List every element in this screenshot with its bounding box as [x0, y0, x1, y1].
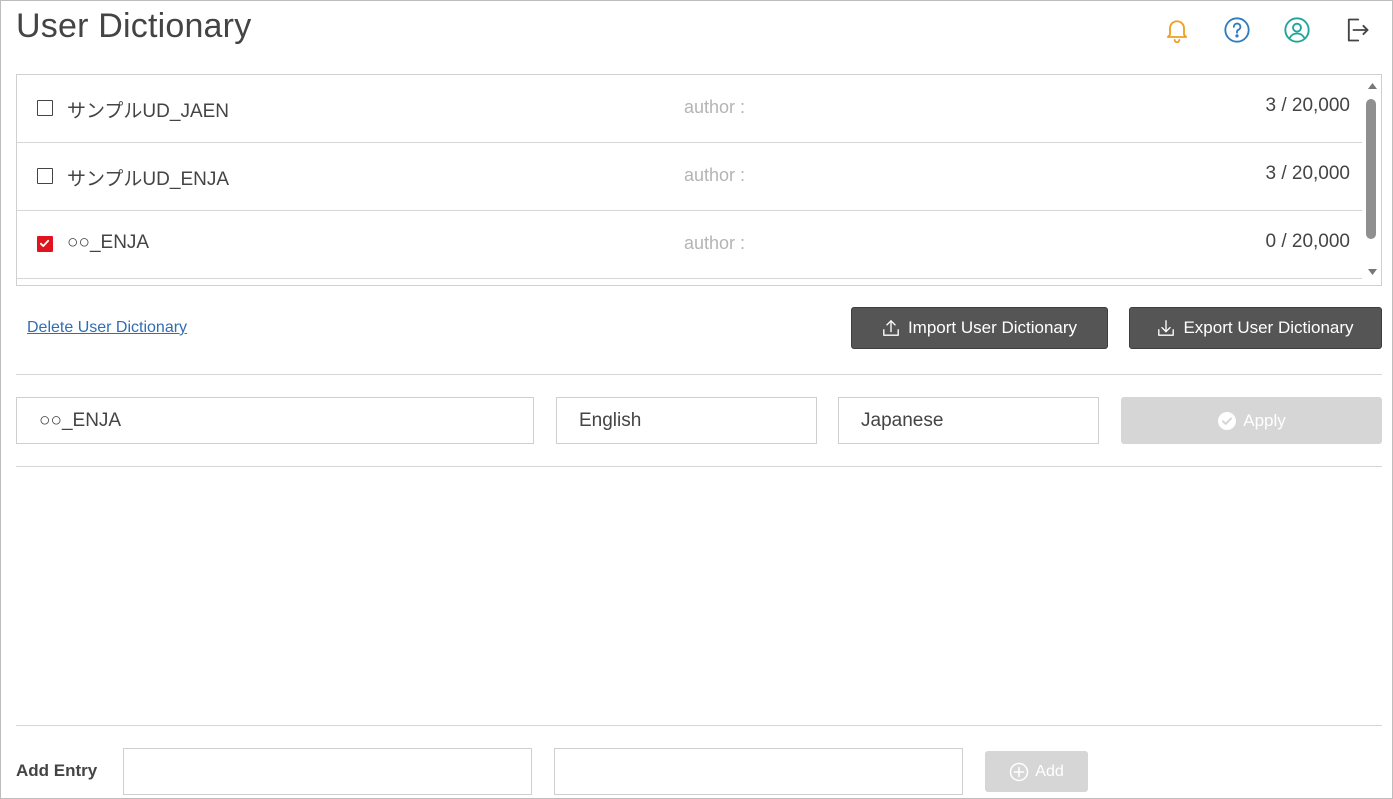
scroll-up-icon[interactable] — [1367, 81, 1378, 91]
import-dictionary-button[interactable]: Import User Dictionary — [851, 307, 1108, 349]
dictionary-list: サンプルUD_JAEN author : 3 / 20,000 サンプルUD_E… — [16, 74, 1382, 286]
bell-icon[interactable] — [1160, 13, 1194, 47]
add-entry-label: Add Entry — [16, 761, 98, 780]
divider — [16, 374, 1382, 375]
check-circle-icon — [1218, 411, 1237, 430]
app-window: User Dictionary サンプルUD_JAEN author: 3 /… — [0, 0, 1393, 799]
dictionary-name: サンプルUD_ENJA — [67, 169, 230, 190]
dictionary-author: author : — [684, 233, 746, 253]
dictionary-checkbox[interactable] — [37, 100, 53, 116]
dictionary-author: author : — [684, 165, 746, 185]
apply-button[interactable]: Apply — [1121, 397, 1382, 444]
dictionary-entry-count: 3 / 20,000 — [1265, 163, 1350, 184]
dictionary-author: author : — [684, 97, 746, 117]
logout-icon[interactable] — [1340, 13, 1374, 47]
add-entry-button[interactable]: Add — [985, 751, 1088, 792]
add-entry-target-input[interactable] — [554, 748, 963, 795]
scroll-thumb[interactable] — [1366, 99, 1376, 239]
dictionary-entry-count: 0 / 20,000 — [1265, 231, 1350, 252]
dictionary-checkbox[interactable] — [37, 168, 53, 184]
dictionary-name-field[interactable]: ○○_ENJA — [16, 397, 534, 444]
page-title: User Dictionary — [16, 7, 252, 45]
dictionary-name: ○○_ENJA — [67, 232, 150, 253]
dictionary-row[interactable]: サンプルUD_JAEN author : 3 / 20,000 — [17, 75, 1362, 143]
delete-dictionary-link[interactable]: Delete User Dictionary — [27, 319, 187, 337]
list-scrollbar[interactable] — [1363, 75, 1381, 285]
export-dictionary-button[interactable]: Export User Dictionary — [1129, 307, 1382, 349]
dictionary-checkbox[interactable] — [37, 236, 53, 252]
upload-icon — [883, 320, 899, 336]
target-language-field[interactable]: Japanese — [838, 397, 1099, 444]
plus-circle-icon — [1010, 762, 1029, 781]
download-icon — [1158, 320, 1175, 336]
user-icon[interactable] — [1280, 13, 1314, 47]
dictionary-name: サンプルUD_JAEN — [67, 101, 230, 122]
entries-area — [16, 467, 1382, 725]
import-dictionary-label: Import User Dictionary — [907, 318, 1078, 337]
add-entry-button-label: Add — [1035, 762, 1064, 780]
add-entry-source-input[interactable] — [123, 748, 532, 795]
dictionary-row[interactable]: サンプルUD_ENJA author : 3 / 20,000 — [17, 143, 1362, 211]
divider — [16, 725, 1382, 726]
help-icon[interactable] — [1220, 13, 1254, 47]
dictionary-entry-count: 3 / 20,000 — [1265, 95, 1350, 116]
export-dictionary-label: Export User Dictionary — [1183, 318, 1354, 337]
dictionary-row[interactable]: ○○_ENJA author : 0 / 20,000 — [17, 211, 1362, 279]
source-language-field[interactable]: English — [556, 397, 817, 444]
scroll-down-icon[interactable] — [1367, 267, 1378, 277]
apply-label: Apply — [1243, 410, 1286, 430]
checkmark-icon — [39, 239, 50, 247]
